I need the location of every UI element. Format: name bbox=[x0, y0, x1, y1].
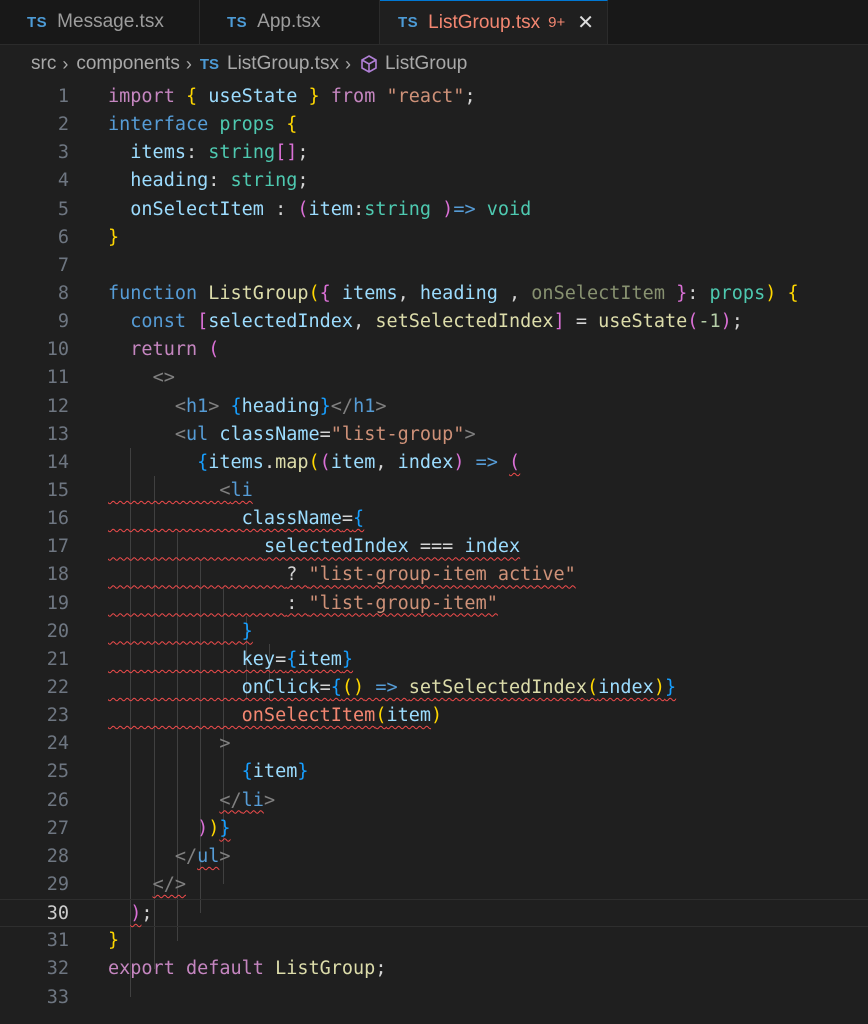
line-number: 5 bbox=[57, 198, 69, 220]
tab-label: ListGroup.tsx bbox=[428, 11, 541, 33]
line-number: 8 bbox=[57, 282, 69, 304]
line-number: 31 bbox=[46, 930, 69, 952]
symbol-cube-icon bbox=[359, 54, 379, 74]
line-number: 20 bbox=[46, 620, 69, 642]
code-line: 4 heading: string; bbox=[0, 167, 868, 195]
code-line: 21 key={item} bbox=[0, 646, 868, 674]
line-number: 19 bbox=[46, 592, 69, 614]
code-line: 3 items: string[]; bbox=[0, 139, 868, 167]
line-number: 28 bbox=[46, 845, 69, 867]
chevron-right-icon: › bbox=[185, 53, 192, 74]
code-line: 1 import { useState } from "react"; bbox=[0, 83, 868, 111]
line-number: 27 bbox=[46, 817, 69, 839]
line-number: 22 bbox=[46, 676, 69, 698]
code-line: 17 selectedIndex === index bbox=[0, 533, 868, 561]
line-number: 33 bbox=[46, 986, 69, 1008]
code-line: 28 </ul> bbox=[0, 843, 868, 871]
code-line: 33 bbox=[0, 984, 868, 1012]
line-number: 7 bbox=[57, 254, 69, 276]
code-line: 6} bbox=[0, 224, 868, 252]
line-number: 11 bbox=[46, 367, 69, 389]
line-number: 18 bbox=[46, 564, 69, 586]
code-line: 23 onSelectItem(item) bbox=[0, 702, 868, 730]
line-number: 4 bbox=[57, 170, 69, 192]
line-number: 1 bbox=[57, 86, 69, 107]
code-line: 16 className={ bbox=[0, 505, 868, 533]
line-number: 12 bbox=[46, 395, 69, 417]
line-number: 14 bbox=[46, 451, 69, 473]
code-line: 15 <li bbox=[0, 477, 868, 505]
code-line: 12 <h1> {heading}</h1> bbox=[0, 393, 868, 421]
code-line: 24 > bbox=[0, 730, 868, 758]
line-number: 9 bbox=[57, 311, 69, 333]
code-line: 22 onClick={() => setSelectedIndex(index… bbox=[0, 674, 868, 702]
code-line: 5 onSelectItem : (item:string )=> void bbox=[0, 196, 868, 224]
code-line: 25 {item} bbox=[0, 758, 868, 786]
line-number: 25 bbox=[46, 761, 69, 783]
line-number: 24 bbox=[46, 733, 69, 755]
line-number: 13 bbox=[46, 423, 69, 445]
breadcrumb-symbol[interactable]: ListGroup bbox=[385, 53, 467, 75]
code-line: 10 return ( bbox=[0, 336, 868, 364]
line-number: 15 bbox=[46, 479, 69, 501]
code-line: 20 } bbox=[0, 618, 868, 646]
breadcrumb-file[interactable]: ListGroup.tsx bbox=[227, 53, 339, 75]
line-number: 21 bbox=[46, 648, 69, 670]
line-number: 17 bbox=[46, 536, 69, 558]
problem-count-badge: 9+ bbox=[548, 14, 566, 31]
code-line: 18 ? "list-group-item active" bbox=[0, 561, 868, 589]
typescript-icon: TS bbox=[27, 13, 48, 31]
line-number: 23 bbox=[46, 705, 69, 727]
tab-message-tsx[interactable]: TS Message.tsx bbox=[0, 0, 200, 44]
code-line: 7 bbox=[0, 252, 868, 280]
code-line: 26 </li> bbox=[0, 787, 868, 815]
chevron-right-icon: › bbox=[344, 53, 351, 74]
tab-listgroup-tsx[interactable]: TS ListGroup.tsx 9+ ✕ bbox=[380, 0, 608, 44]
line-number: 29 bbox=[46, 873, 69, 895]
breadcrumb-components[interactable]: components bbox=[76, 53, 180, 75]
code-line: 32 export default ListGroup; bbox=[0, 955, 868, 983]
line-number: 6 bbox=[57, 226, 69, 248]
code-line: 9 const [selectedIndex, setSelectedIndex… bbox=[0, 308, 868, 336]
code-line: 11 <> bbox=[0, 364, 868, 392]
code-line: 14 {items.map((item, index) => ( bbox=[0, 449, 868, 477]
breadcrumb: src › components › TS ListGroup.tsx › Li… bbox=[0, 45, 868, 83]
code-line: 31} bbox=[0, 927, 868, 955]
typescript-icon: TS bbox=[199, 55, 220, 73]
line-number: 26 bbox=[46, 789, 69, 811]
tab-label: App.tsx bbox=[257, 11, 321, 32]
line-number: 30 bbox=[46, 903, 69, 925]
chevron-right-icon: › bbox=[62, 53, 69, 74]
line-number: 10 bbox=[46, 339, 69, 361]
line-number: 16 bbox=[46, 508, 69, 530]
tab-bar: TS Message.tsx TS App.tsx TS ListGroup.t… bbox=[0, 0, 868, 45]
typescript-icon: TS bbox=[227, 13, 248, 31]
line-number: 32 bbox=[46, 958, 69, 980]
close-icon[interactable]: ✕ bbox=[577, 10, 594, 35]
code-line-current: 30 ); bbox=[0, 899, 868, 928]
code-line: 29 </> bbox=[0, 871, 868, 899]
code-editor[interactable]: 1 import { useState } from "react"; 2 inte… bbox=[0, 83, 868, 1012]
code-line: 19 : "list-group-item" bbox=[0, 590, 868, 618]
code-line: 27 ))} bbox=[0, 815, 868, 843]
breadcrumb-src[interactable]: src bbox=[31, 53, 56, 75]
tab-app-tsx[interactable]: TS App.tsx bbox=[200, 0, 380, 44]
line-number: 3 bbox=[57, 142, 69, 164]
code-line: 8 function ListGroup({ items, heading , o… bbox=[0, 280, 868, 308]
typescript-icon: TS bbox=[398, 14, 419, 31]
line-number: 2 bbox=[57, 114, 69, 136]
code-line: 13 <ul className="list-group"> bbox=[0, 421, 868, 449]
code-line: 2 interface props { bbox=[0, 111, 868, 139]
tab-label: Message.tsx bbox=[57, 11, 164, 32]
